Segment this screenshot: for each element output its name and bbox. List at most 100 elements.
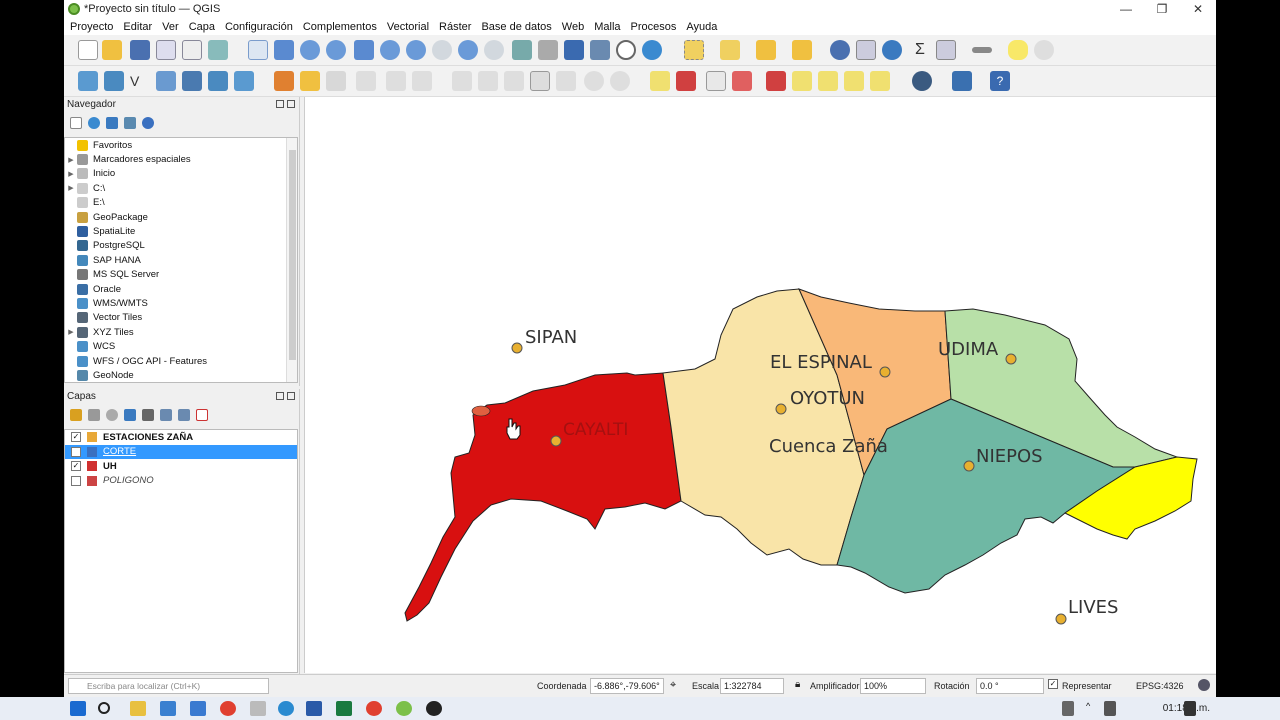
magnifier-field[interactable]: 100% — [860, 678, 926, 694]
properties-info-icon[interactable] — [142, 117, 154, 129]
cut-features-icon[interactable] — [478, 71, 498, 91]
menu-proyecto[interactable]: Proyecto — [70, 21, 113, 33]
people-icon[interactable] — [1062, 701, 1074, 716]
change-label-icon[interactable] — [844, 71, 864, 91]
copy-features-icon[interactable] — [530, 71, 550, 91]
browser-item[interactable]: Favoritos — [65, 138, 297, 152]
menu-configuracion[interactable]: Configuración — [225, 21, 293, 33]
cut-icon[interactable] — [504, 71, 524, 91]
close-panel-icon[interactable] — [287, 100, 295, 108]
notifications-icon[interactable] — [1184, 701, 1196, 716]
render-checkbox[interactable]: ✓ — [1048, 679, 1058, 689]
outlook-icon[interactable] — [190, 701, 206, 716]
toolbox-icon[interactable] — [882, 40, 902, 60]
filter-browser-icon[interactable] — [106, 117, 118, 129]
style-panel-icon[interactable] — [70, 409, 82, 421]
browser-item[interactable]: WCS — [65, 339, 297, 353]
zoom-out-icon[interactable] — [326, 40, 346, 60]
qgis-taskbar-icon[interactable] — [396, 701, 412, 716]
label-properties-icon[interactable] — [870, 71, 890, 91]
rotation-field[interactable]: 0.0 ° — [976, 678, 1044, 694]
add-raster-layer-icon[interactable] — [156, 71, 176, 91]
filter-by-expression-icon[interactable] — [142, 409, 154, 421]
pan-to-selection-icon[interactable] — [274, 40, 294, 60]
browser-item[interactable]: ▶ Inicio — [65, 167, 297, 181]
add-postgis-layer-icon[interactable] — [182, 71, 202, 91]
maximize-button[interactable]: ❐ — [1144, 0, 1180, 18]
add-wfs-layer-icon[interactable] — [234, 71, 254, 91]
current-edits-icon[interactable] — [274, 71, 294, 91]
browser-item[interactable]: SAP HANA — [65, 253, 297, 267]
minimize-button[interactable]: — — [1108, 0, 1144, 18]
zoom-in-icon[interactable] — [300, 40, 320, 60]
python-console-icon[interactable] — [952, 71, 972, 91]
identify-features-icon[interactable] — [830, 40, 850, 60]
statistics-sigma-icon[interactable]: Σ — [910, 40, 930, 60]
map-tips-icon[interactable] — [1008, 40, 1028, 60]
new-print-layout-icon[interactable] — [156, 40, 176, 60]
deselect-all-icon[interactable] — [756, 40, 776, 60]
station-marker[interactable] — [1055, 613, 1067, 625]
layer-labeling-icon[interactable] — [676, 71, 696, 91]
layer-visibility-checkbox[interactable] — [71, 475, 81, 486]
station-marker[interactable] — [879, 366, 891, 378]
expand-arrow-icon[interactable]: ▶ — [65, 156, 77, 164]
paste-features-icon[interactable] — [556, 71, 576, 91]
scale-field[interactable]: 1:322784 — [720, 678, 784, 694]
layout-manager-icon[interactable] — [182, 40, 202, 60]
save-edits-icon[interactable] — [326, 71, 346, 91]
menu-ver[interactable]: Ver — [162, 21, 179, 33]
chrome-icon[interactable] — [220, 701, 236, 716]
locator-search-input[interactable]: Escriba para localizar (Ctrl+K) — [68, 678, 269, 694]
remove-layer-icon[interactable] — [196, 409, 208, 421]
rotate-label-icon[interactable] — [818, 71, 838, 91]
layer-visibility-checkbox[interactable]: ✓ — [71, 461, 81, 472]
pin-labels-icon[interactable] — [732, 71, 752, 91]
tray-chevron-icon[interactable]: ^ — [1086, 701, 1096, 716]
menu-ayuda[interactable]: Ayuda — [686, 21, 717, 33]
browser-item[interactable]: WFS / OGC API - Features — [65, 354, 297, 368]
map-canvas[interactable]: SIPAN CAYALTI EL ESPINAL OYOTUN Cuenca Z… — [304, 97, 1216, 673]
search-icon[interactable] — [98, 702, 110, 714]
menu-capa[interactable]: Capa — [189, 21, 215, 33]
station-marker[interactable] — [1005, 353, 1017, 365]
browser-item[interactable]: GeoPackage — [65, 210, 297, 224]
browser-item[interactable]: ▶ Marcadores espaciales — [65, 152, 297, 166]
browser-item[interactable]: ▶ C:\ — [65, 181, 297, 195]
station-marker[interactable] — [775, 403, 787, 415]
layer-item[interactable]: ✓ ESTACIONES ZAÑA — [65, 430, 297, 445]
style-manager-icon[interactable] — [208, 40, 228, 60]
browser-item[interactable]: SpatiaLite — [65, 224, 297, 238]
select-features-icon[interactable] — [684, 40, 704, 60]
modify-attributes-icon[interactable] — [412, 71, 432, 91]
browser-item[interactable]: PostgreSQL — [65, 239, 297, 253]
move-label-icon[interactable] — [792, 71, 812, 91]
layer-item[interactable]: ✓ UH — [65, 459, 297, 474]
manage-map-themes-icon[interactable] — [106, 409, 118, 421]
select-by-location-icon[interactable] — [792, 40, 812, 60]
crs-button[interactable]: EPSG:4326 — [1136, 681, 1184, 691]
temporal-controller-icon[interactable] — [616, 40, 636, 60]
layer-visibility-checkbox[interactable]: ✓ — [71, 446, 81, 457]
station-marker[interactable] — [511, 342, 523, 354]
zoom-next-icon[interactable] — [484, 40, 504, 60]
help-icon[interactable]: ? — [990, 71, 1010, 91]
menu-vectorial[interactable]: Vectorial — [387, 21, 429, 33]
close-button[interactable]: ✕ — [1180, 0, 1216, 18]
pan-map-icon[interactable] — [248, 40, 268, 60]
filter-legend-icon[interactable] — [124, 409, 136, 421]
zoom-to-layer-icon[interactable] — [406, 40, 426, 60]
layer-item[interactable]: ✓ CORTE — [65, 444, 297, 459]
refresh-browser-icon[interactable] — [88, 117, 100, 129]
menu-editar[interactable]: Editar — [123, 21, 152, 33]
zoom-to-selection-icon[interactable] — [380, 40, 400, 60]
undo-icon[interactable] — [584, 71, 604, 91]
collapse-all-icon[interactable] — [124, 117, 136, 129]
expand-arrow-icon[interactable]: ▶ — [65, 184, 77, 192]
menu-procesos[interactable]: Procesos — [631, 21, 677, 33]
browser-item[interactable]: E:\ — [65, 196, 297, 210]
menu-malla[interactable]: Malla — [594, 21, 620, 33]
network-icon[interactable] — [1104, 701, 1116, 716]
text-annotation-icon[interactable] — [1034, 40, 1054, 60]
add-selected-layers-icon[interactable] — [70, 117, 82, 129]
